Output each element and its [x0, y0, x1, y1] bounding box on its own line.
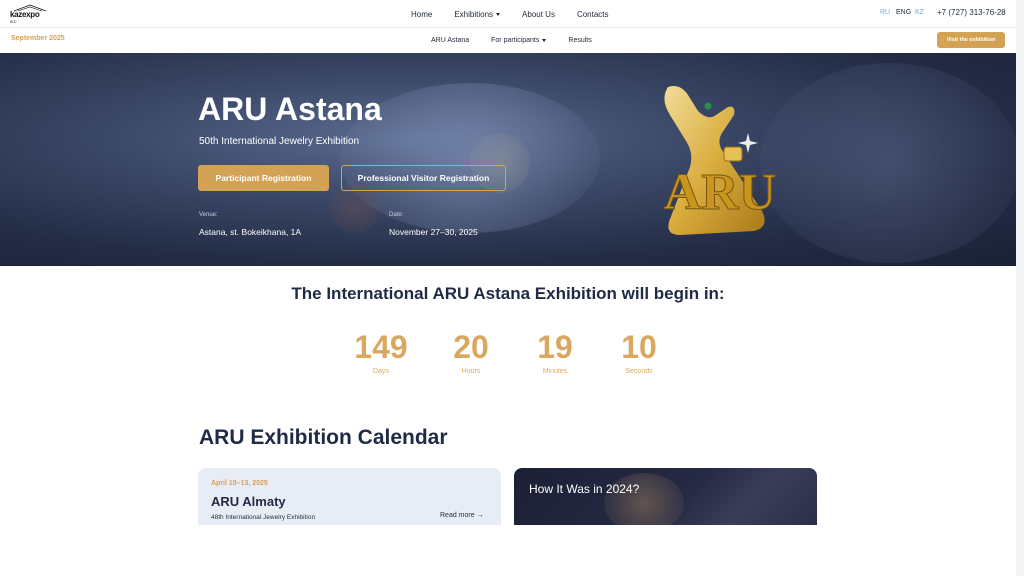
- subnav-aru-astana-label: ARU Astana: [431, 37, 470, 44]
- nav-exhibitions-label: Exhibitions: [454, 9, 494, 19]
- exhibition-month: September 2025: [11, 35, 65, 42]
- subnav-results-label: Results: [568, 37, 592, 44]
- kazexpo-logo[interactable]: kazexpo IEC: [10, 4, 50, 24]
- read-more-link[interactable]: Read more →: [440, 512, 484, 519]
- nav-home[interactable]: Home: [411, 10, 432, 19]
- countdown-title: The International ARU Astana Exhibition …: [291, 284, 725, 303]
- countdown-days-value: 149: [354, 329, 408, 365]
- countdown-seconds: 10 Seconds: [604, 328, 674, 375]
- top-navbar: kazexpo IEC Home Exhibitions About Us Co…: [0, 0, 1024, 28]
- countdown-hours-label: Hours: [461, 368, 481, 375]
- countdown-minutes: 19 Minutes: [520, 328, 590, 375]
- main-nav: Home Exhibitions About Us Contacts: [411, 0, 631, 28]
- chevron-down-icon: [542, 39, 547, 42]
- logo-text: kazexpo: [10, 10, 40, 19]
- visitor-registration-button[interactable]: Professional Visitor Registration: [341, 165, 506, 191]
- subnav-aru-astana[interactable]: ARU Astana: [431, 37, 469, 44]
- hero-banner: ARU Astana 50th International Jewelry Ex…: [0, 53, 1016, 266]
- countdown-seconds-label: Seconds: [625, 368, 653, 375]
- nav-contacts-label: Contacts: [576, 9, 609, 19]
- calendar-title: ARU Exhibition Calendar: [199, 426, 448, 449]
- card-background-image: [604, 473, 684, 525]
- nav-exhibitions[interactable]: Exhibitions: [454, 9, 501, 19]
- aru-logo-letters: ARU: [664, 164, 777, 221]
- lang-ru[interactable]: RU: [880, 9, 890, 16]
- event-card-aru-almaty[interactable]: April 10–13, 2025 ARU Almaty 48th Intern…: [198, 468, 501, 525]
- hero-background-blur: [760, 63, 1016, 263]
- date-value: November 27–30, 2025: [389, 227, 478, 237]
- visit-exhibition-button[interactable]: Visit the exhibition: [937, 32, 1005, 48]
- page-scrollbar[interactable]: [1016, 0, 1024, 576]
- subnav-for-participants[interactable]: For participants: [491, 37, 547, 44]
- countdown-hours-value: 20: [453, 329, 489, 365]
- countdown-hours: 20 Hours: [436, 328, 506, 375]
- subnav-results[interactable]: Results: [568, 37, 591, 44]
- hero-title: ARU Astana: [198, 91, 382, 127]
- sub-nav: ARU Astana For participants Results: [431, 28, 614, 53]
- how-it-was-2024-card[interactable]: How It Was in 2024?: [514, 468, 817, 525]
- chevron-down-icon: [496, 12, 501, 16]
- phone-link[interactable]: +7 (727) 313-76-28: [937, 8, 1006, 17]
- date-label: Date:: [389, 212, 404, 218]
- lang-eng[interactable]: ENG: [896, 9, 911, 16]
- nav-contacts[interactable]: Contacts: [577, 10, 609, 19]
- event-title: ARU Almaty: [211, 494, 286, 509]
- venue-value: Astana, st. Bokeikhana, 1A: [199, 227, 302, 237]
- card-title: How It Was in 2024?: [529, 482, 640, 496]
- exhibition-subnav-bar: September 2025 ARU Astana For participan…: [0, 28, 1024, 53]
- logo-subtext: IEC: [10, 19, 17, 24]
- aru-gold-logo-icon: ARU: [663, 86, 777, 235]
- countdown-days: 149 Days: [346, 328, 416, 375]
- participant-registration-button[interactable]: Participant Registration: [198, 165, 329, 191]
- subnav-for-participants-label: For participants: [491, 37, 540, 44]
- nav-home-label: Home: [411, 9, 433, 19]
- venue-label: Venue:: [199, 212, 218, 218]
- countdown-minutes-value: 19: [537, 329, 573, 365]
- event-date: April 10–13, 2025: [211, 480, 268, 487]
- lang-kz[interactable]: KZ: [915, 9, 924, 16]
- countdown-seconds-value: 10: [621, 329, 657, 365]
- nav-about-label: About Us: [522, 9, 555, 19]
- countdown-minutes-label: Minutes: [542, 368, 568, 375]
- countdown-days-label: Days: [373, 368, 389, 375]
- nav-about-us[interactable]: About Us: [522, 10, 555, 19]
- hero-subtitle: 50th International Jewelry Exhibition: [199, 136, 360, 147]
- event-subtitle: 48th International Jewelry Exhibition: [211, 514, 316, 521]
